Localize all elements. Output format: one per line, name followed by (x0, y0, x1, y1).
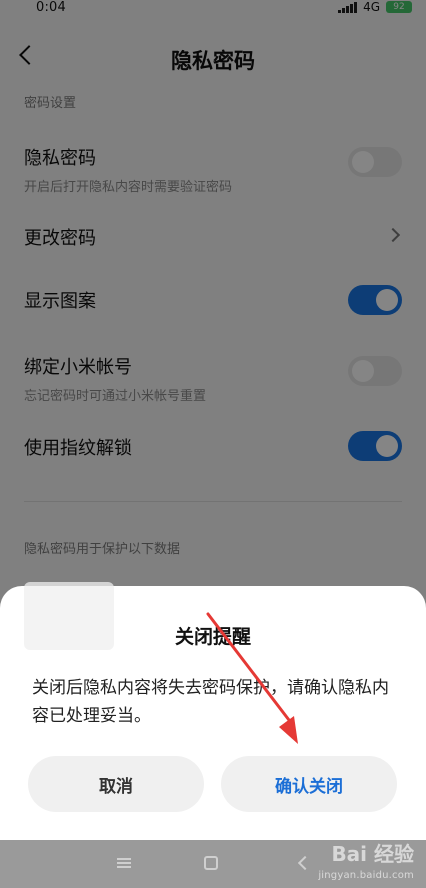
watermark-url: jingyan.baidu.com (318, 870, 414, 881)
dialog-message: 关闭后隐私内容将失去密码保护，请确认隐私内容已处理妥当。 (32, 678, 389, 726)
home-icon[interactable] (204, 856, 218, 870)
navigation-bar: Bai 经验 jingyan.baidu.com (0, 840, 426, 888)
cancel-button[interactable]: 取消 (28, 756, 204, 812)
close-confirmation-dialog: 关闭提醒 关闭后隐私内容将失去密码保护，请确认隐私内容已处理妥当。 取消 确认关… (0, 582, 426, 840)
back-icon[interactable] (297, 855, 313, 871)
dialog-title: 关闭提醒 (174, 626, 251, 648)
watermark-logo: Bai 经验 jingyan.baidu.com (318, 844, 414, 886)
menu-icon[interactable] (117, 858, 131, 868)
watermark-brand: Bai 经验 (331, 842, 414, 866)
confirm-close-button[interactable]: 确认关闭 (221, 756, 397, 812)
